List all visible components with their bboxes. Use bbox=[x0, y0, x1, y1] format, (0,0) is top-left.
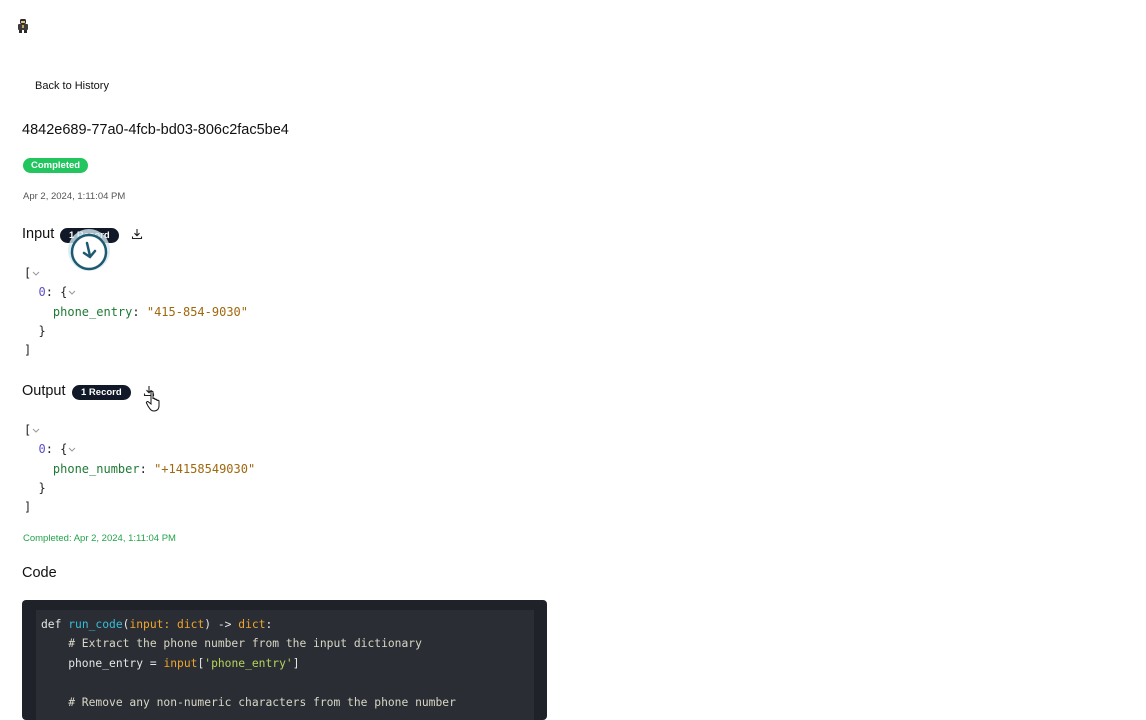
back-to-history-button[interactable]: Back to History bbox=[35, 80, 109, 92]
output-json-viewer: [ 0: { phone_number: "+14158549030" } ] bbox=[24, 423, 256, 515]
status-badge: Completed bbox=[23, 158, 89, 173]
page-title: 4842e689-77a0-4fcb-bd03-806c2fac5be4 bbox=[22, 122, 289, 138]
output-record-count-badge: 1 Record bbox=[72, 385, 131, 400]
code-section-title: Code bbox=[22, 565, 57, 581]
pointer-hand-cursor-icon bbox=[145, 390, 160, 412]
collapse-chevron-icon[interactable] bbox=[31, 427, 41, 435]
collapse-chevron-icon[interactable] bbox=[31, 270, 41, 278]
app-logo-icon bbox=[18, 19, 28, 33]
collapse-chevron-icon[interactable] bbox=[67, 446, 77, 454]
input-json-viewer: [ 0: { phone_entry: "415-854-9030" } ] bbox=[24, 266, 248, 358]
code-editor[interactable]: def run_code(input: dict) -> dict: # Ext… bbox=[36, 610, 534, 720]
collapse-chevron-icon[interactable] bbox=[67, 289, 77, 297]
input-download-icon[interactable] bbox=[131, 228, 143, 240]
completed-timestamp: Completed: Apr 2, 2024, 1:11:04 PM bbox=[23, 533, 176, 544]
output-section-title: Output bbox=[22, 383, 66, 399]
input-section-title: Input bbox=[22, 226, 55, 242]
run-timestamp: Apr 2, 2024, 1:11:04 PM bbox=[23, 191, 126, 202]
